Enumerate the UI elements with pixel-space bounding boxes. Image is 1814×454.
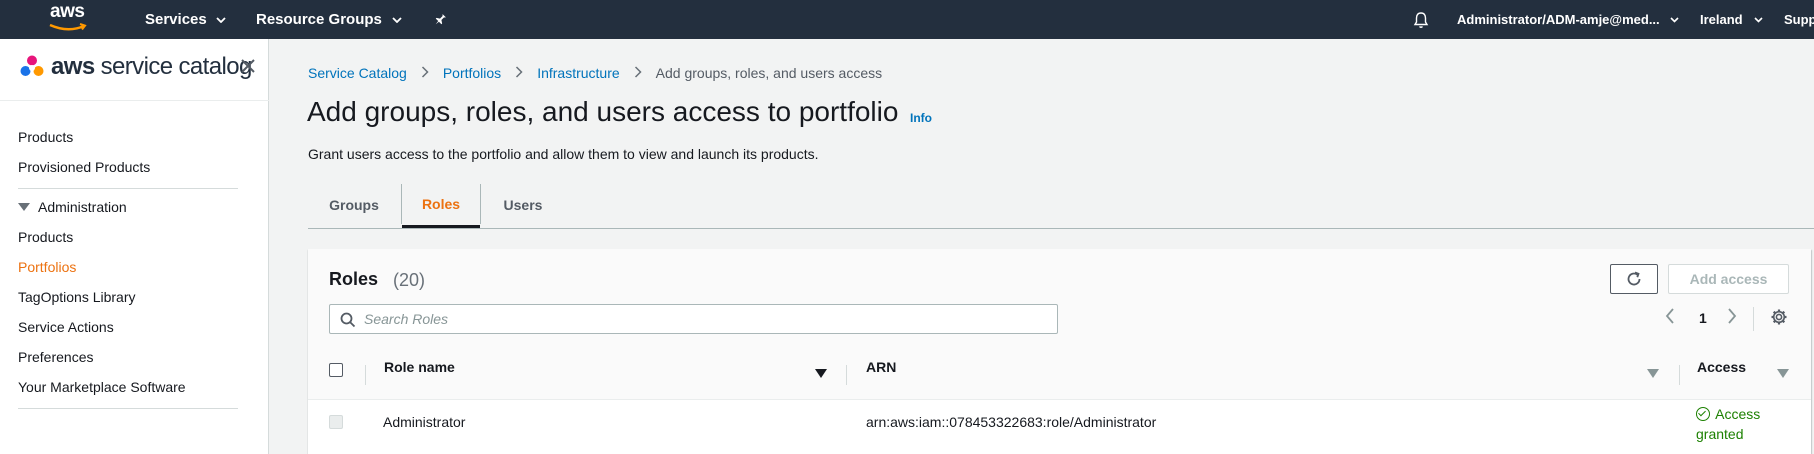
- roles-table-header: Roles (20) Add access 1: [308, 249, 1811, 400]
- chevron-right-icon: [421, 65, 429, 81]
- select-all-checkbox[interactable]: [329, 363, 343, 377]
- breadcrumb-portfolios[interactable]: Portfolios: [443, 65, 501, 81]
- breadcrumb-current: Add groups, roles, and users access: [655, 65, 883, 81]
- account-menu[interactable]: Administrator/ADM-amje@med...: [1457, 0, 1679, 39]
- caret-down-icon: [18, 203, 30, 211]
- sidebar-item-provisioned-products[interactable]: Provisioned Products: [18, 159, 150, 175]
- column-divider: [1679, 365, 1680, 385]
- sidebar-item-marketplace-software[interactable]: Your Marketplace Software: [18, 379, 186, 395]
- breadcrumb: Service Catalog Portfolios Infrastructur…: [308, 65, 882, 81]
- resource-groups-label: Resource Groups: [256, 11, 382, 28]
- resource-groups-menu[interactable]: Resource Groups: [256, 0, 402, 39]
- sidebar-divider: [18, 188, 238, 189]
- services-label: Services: [145, 11, 207, 28]
- refresh-button[interactable]: [1610, 264, 1658, 294]
- column-divider: [365, 365, 366, 385]
- sidebar-item-preferences[interactable]: Preferences: [18, 349, 93, 365]
- current-page-number[interactable]: 1: [1699, 310, 1707, 326]
- tab-users[interactable]: Users: [481, 182, 565, 228]
- aws-smile-icon: [49, 23, 87, 31]
- column-divider: [846, 365, 847, 385]
- roles-panel-title: Roles: [329, 269, 379, 289]
- top-navigation: aws Services Resource Groups Administrat…: [0, 0, 1814, 39]
- region-label: Ireland: [1700, 12, 1743, 27]
- sidebar-item-tagoptions-library[interactable]: TagOptions Library: [18, 289, 136, 305]
- account-label: Administrator/ADM-amje@med...: [1457, 12, 1660, 27]
- sort-descending-icon[interactable]: [815, 369, 827, 378]
- services-menu[interactable]: Services: [145, 0, 226, 39]
- tab-roles[interactable]: Roles: [402, 182, 480, 228]
- region-menu[interactable]: Ireland: [1700, 0, 1763, 39]
- refresh-icon: [1627, 271, 1641, 286]
- support-label: Supp: [1784, 12, 1814, 27]
- access-status-cell: Access granted: [1696, 404, 1776, 444]
- sidebar-item-admin-products[interactable]: Products: [18, 229, 73, 245]
- table-settings-button[interactable]: [1770, 308, 1788, 329]
- pager-divider: [1753, 307, 1754, 331]
- bell-icon: [1413, 11, 1429, 28]
- column-header-role-name[interactable]: Role name: [384, 359, 455, 375]
- aws-logo[interactable]: aws: [48, 1, 92, 35]
- roles-count: (20): [393, 270, 426, 290]
- chevron-right-icon: [1728, 308, 1737, 324]
- arn-cell: arn:aws:iam::078453322683:role/Administr…: [866, 414, 1157, 430]
- service-catalog-title: aws service catalog: [51, 53, 252, 80]
- page-title: Add groups, roles, and users access to p…: [307, 96, 899, 127]
- info-link[interactable]: Info: [910, 111, 932, 125]
- chevron-down-icon: [1670, 16, 1679, 23]
- role-name-cell: Administrator: [383, 414, 466, 430]
- sidebar-section-administration[interactable]: Administration: [18, 199, 127, 215]
- chevron-left-icon: [1665, 308, 1674, 324]
- pin-button[interactable]: [433, 0, 447, 39]
- search-roles-field[interactable]: [329, 304, 1058, 334]
- sidebar: aws service catalog Products Provisioned…: [0, 39, 269, 454]
- row-checkbox[interactable]: [329, 415, 343, 429]
- service-catalog-icon: [20, 55, 44, 76]
- chevron-down-icon: [216, 16, 226, 23]
- sort-icon[interactable]: [1777, 369, 1789, 378]
- check-circle-icon: [1696, 407, 1710, 421]
- column-header-arn[interactable]: ARN: [866, 359, 896, 375]
- previous-page-button[interactable]: [1664, 307, 1676, 328]
- search-icon: [340, 312, 356, 328]
- search-roles-input[interactable]: [364, 305, 1044, 333]
- pin-icon: [435, 13, 446, 24]
- sidebar-item-portfolios[interactable]: Portfolios: [18, 259, 76, 275]
- sidebar-header: aws service catalog: [0, 39, 269, 101]
- sidebar-section-label: Administration: [38, 199, 127, 215]
- chevron-down-icon: [392, 16, 402, 23]
- close-sidebar-button[interactable]: [240, 55, 256, 79]
- gear-icon: [1771, 309, 1787, 325]
- chevron-right-icon: [515, 65, 523, 81]
- add-access-button[interactable]: Add access: [1668, 264, 1789, 294]
- close-icon: [241, 59, 255, 73]
- notifications-button[interactable]: [1413, 0, 1429, 39]
- tab-bar: Groups Roles Users: [308, 182, 1814, 229]
- column-header-access[interactable]: Access: [1697, 359, 1746, 375]
- next-page-button[interactable]: [1726, 307, 1738, 328]
- breadcrumb-infrastructure[interactable]: Infrastructure: [537, 65, 619, 81]
- chevron-right-icon: [634, 65, 642, 81]
- roles-table-panel: Roles (20) Add access 1: [308, 249, 1811, 454]
- page-description: Grant users access to the portfolio and …: [308, 146, 819, 162]
- aws-logo-text: aws: [50, 1, 85, 22]
- sidebar-divider: [18, 408, 238, 409]
- sidebar-item-products[interactable]: Products: [18, 129, 73, 145]
- sort-icon[interactable]: [1647, 369, 1659, 378]
- breadcrumb-service-catalog[interactable]: Service Catalog: [308, 65, 407, 81]
- service-catalog-logo[interactable]: aws service catalog: [19, 53, 252, 81]
- sidebar-item-service-actions[interactable]: Service Actions: [18, 319, 114, 335]
- tab-groups[interactable]: Groups: [308, 182, 400, 228]
- support-menu[interactable]: Supp: [1784, 0, 1814, 39]
- chevron-down-icon: [1754, 16, 1763, 23]
